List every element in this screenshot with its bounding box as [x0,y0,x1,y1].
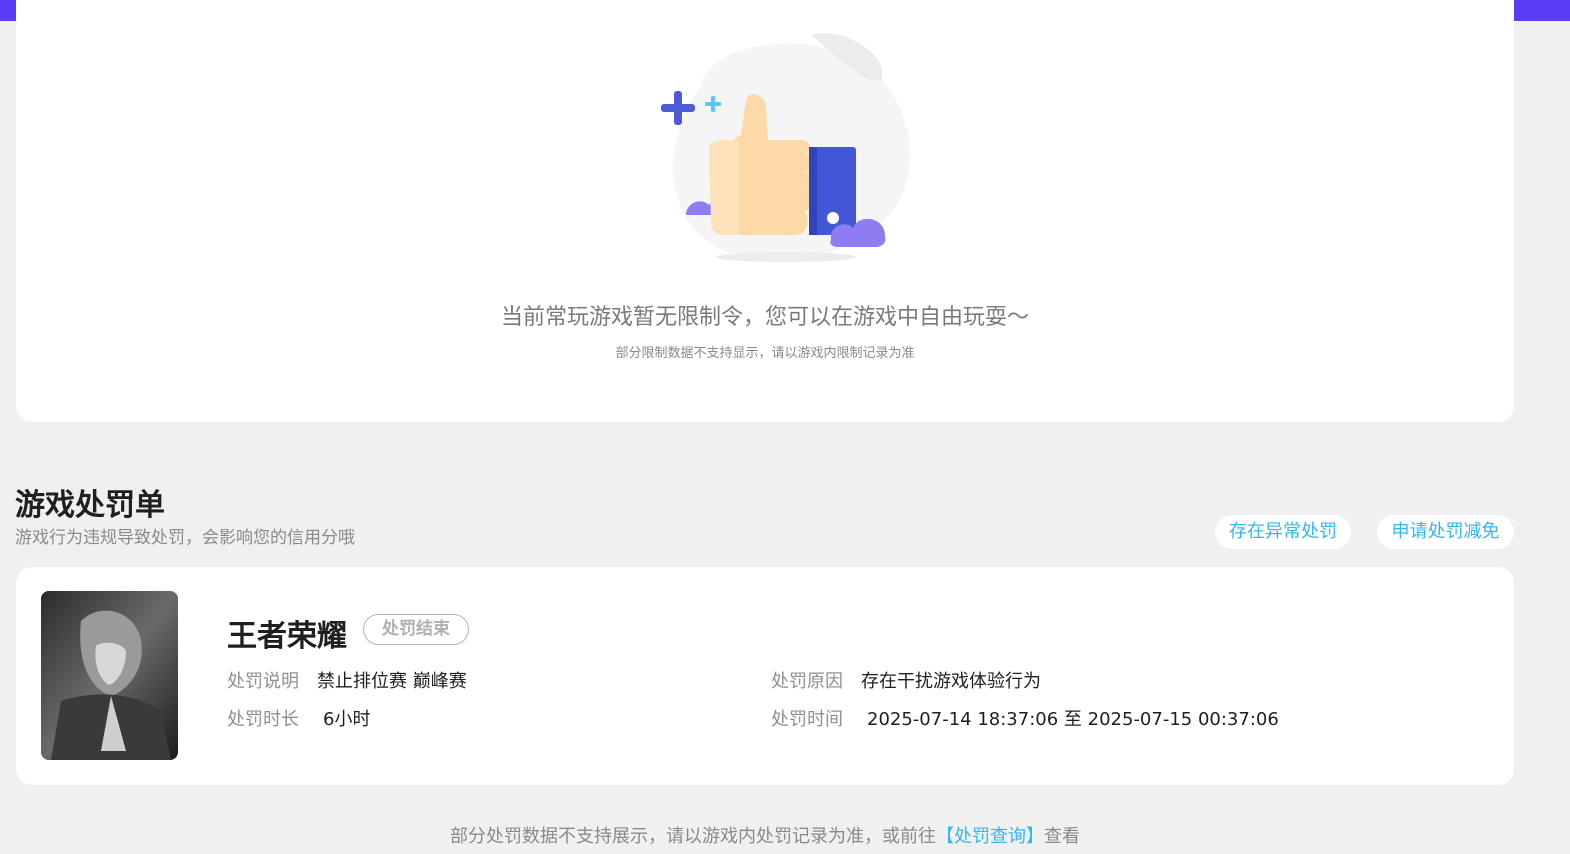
footer-suffix: 查看 [1044,826,1080,847]
time-value: 2025-07-14 18:37:06 至 2025-07-15 00:37:0… [867,709,1279,730]
reason-value: 存在干扰游戏体验行为 [861,671,1041,692]
no-restriction-title: 当前常玩游戏暂无限制令，您可以在游戏中自由玩耍～ [500,305,1029,330]
footer-prefix: 部分处罚数据不支持展示，请以游戏内处罚记录为准，或前往 [450,826,936,847]
reason-label: 处罚原因 [771,671,843,692]
footer-note: 部分处罚数据不支持展示，请以游戏内处罚记录为准，或前往【处罚查询】查看 [0,822,1530,848]
penalty-section-title: 游戏处罚单 [15,488,165,523]
abnormal-penalty-button[interactable]: 存在异常处罚 [1215,515,1351,549]
penalty-query-link[interactable]: 【处罚查询】 [936,826,1044,847]
duration-label: 处罚时长 [227,709,299,730]
thumbs-up-illustration [661,33,911,262]
restriction-card: 当前常玩游戏暂无限制令，您可以在游戏中自由玩耍～ 部分限制数据不支持显示，请以游… [16,0,1514,422]
desc-label: 处罚说明 [227,671,299,692]
penalty-record-card: 王者荣耀 处罚结束 处罚说明 禁止排位赛 巅峰赛 处罚时长 6小时 处罚原因 存… [16,567,1514,785]
no-restriction-subtitle: 部分限制数据不支持显示，请以游戏内限制记录为准 [615,346,915,361]
status-badge: 处罚结束 [363,614,469,645]
time-label: 处罚时间 [771,709,843,730]
penalty-section-subtitle: 游戏行为违规导致处罚，会影响您的信用分哦 [15,528,355,548]
apply-reduction-button[interactable]: 申请处罚减免 [1377,515,1514,549]
duration-value: 6小时 [323,709,371,730]
game-cover-image [41,591,178,760]
desc-value: 禁止排位赛 巅峰赛 [317,671,467,692]
game-name: 王者荣耀 [227,619,347,654]
